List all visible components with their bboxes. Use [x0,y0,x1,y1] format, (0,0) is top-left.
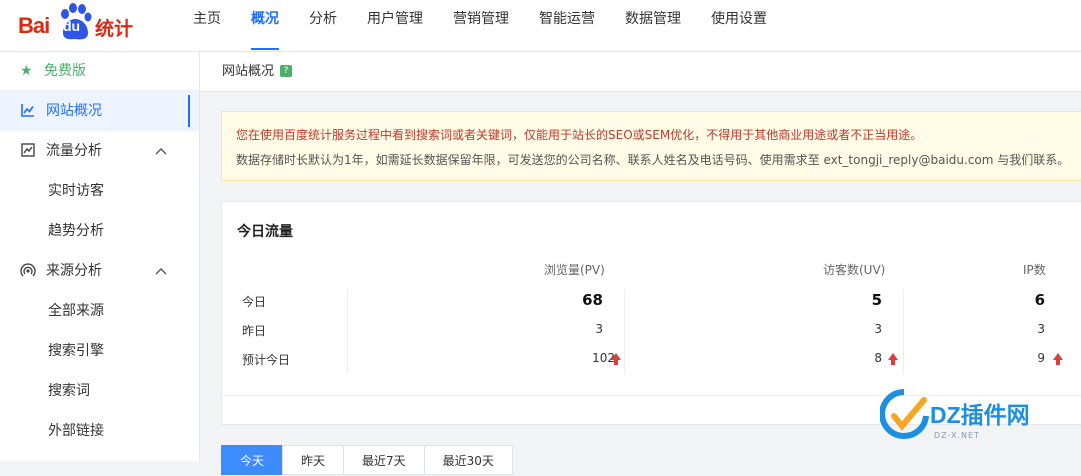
tab-yesterday[interactable]: 昨天 [282,445,345,475]
free-edition-badge[interactable]: ★ 免费版 [0,52,199,91]
row-label-forecast: 预计今日 [242,353,291,367]
notice-line-retention: 数据存储时长默认为1年，如需延长数据保留年限，可发送您的公司名称、联系人姓名及电… [236,153,1070,167]
star-icon: ★ [20,63,33,79]
logo-bai-text: Bai [18,13,50,38]
sidebar-item-label: 网站概况 [46,103,102,119]
forecast-ip-value: 9 [1037,351,1045,365]
top-nav: 主页 概况 分析 用户管理 营销管理 智能运营 数据管理 使用设置 [178,0,782,52]
sidebar: ★ 免费版 网站概况 流量分析 实时访客 趋势分析 来源分析 全部来源 搜索引擎 … [0,52,200,461]
tab-last-7-days[interactable]: 最近7天 [343,445,425,475]
sidebar-item-search-engines[interactable]: 搜索引擎 [0,331,199,371]
sidebar-item-site-overview[interactable]: 网站概况 [0,91,199,131]
free-edition-label: 免费版 [44,63,86,79]
line-chart-icon [21,104,34,117]
watermark-subtext: DZ-X.NET [934,431,980,440]
tab-last-30-days[interactable]: 最近30天 [423,445,513,475]
dz-watermark: DZ插件网 DZ-X.NET [880,386,1070,450]
nav-marketing[interactable]: 营销管理 [438,0,524,52]
column-divider [903,289,904,373]
yesterday-ip-value: 3 [1037,322,1045,336]
sidebar-item-all-sources[interactable]: 全部来源 [0,291,199,331]
trend-icon [21,143,35,157]
sidebar-item-external-links[interactable]: 外部链接 [0,411,199,451]
tab-today[interactable]: 今天 [221,445,284,475]
column-divider [347,289,348,373]
watermark-text: DZ插件网 [930,402,1030,428]
date-range-tabs: 今天 昨天 最近7天 最近30天 [221,445,513,475]
top-bar: Bai du 统计 主页 概况 分析 用户管理 营销管理 智能运营 数据管理 使… [0,0,1081,52]
sidebar-item-label: 来源分析 [46,263,102,279]
page-title: 网站概况 [222,64,275,79]
card-title: 今日流量 [237,224,293,240]
sidebar-item-label: 流量分析 [46,143,102,159]
notice-banner: 您在使用百度统计服务过程中看到搜索词或者关键词，仅能用于站长的SEO或SEM优化… [221,111,1081,181]
sidebar-item-search-terms[interactable]: 搜索词 [0,371,199,411]
today-ip-value: 6 [1034,291,1045,309]
chevron-up-icon[interactable] [155,251,167,291]
broadcast-icon [20,263,36,277]
nav-overview[interactable]: 概况 [236,0,294,52]
today-pv-value: 68 [582,291,603,309]
sidebar-item-traffic-analysis[interactable]: 流量分析 [0,131,199,171]
nav-analysis[interactable]: 分析 [294,0,352,52]
arrow-up-icon [611,353,621,365]
yesterday-uv-value: 3 [874,322,882,336]
help-icon[interactable]: ? [280,64,293,77]
column-divider [624,289,625,373]
forecast-uv-value: 8 [874,351,882,365]
baidu-tongji-logo[interactable]: Bai du 统计 [18,3,138,47]
nav-smart-ops[interactable]: 智能运营 [524,0,610,52]
logo-du-text: du [63,18,81,34]
notice-line-usage: 您在使用百度统计服务过程中看到搜索词或者关键词，仅能用于站长的SEO或SEM优化… [236,128,923,142]
arrow-up-icon [1053,353,1063,365]
sidebar-item-realtime-visitors[interactable]: 实时访客 [0,171,199,211]
chevron-up-icon[interactable] [155,131,167,171]
nav-settings[interactable]: 使用设置 [696,0,782,52]
yesterday-pv-value: 3 [595,322,603,336]
nav-home[interactable]: 主页 [178,0,236,52]
column-header-ip: IP数 [1023,263,1046,277]
logo-tongji-text: 统计 [95,18,134,40]
sidebar-item-trend-analysis[interactable]: 趋势分析 [0,211,199,251]
nav-user-management[interactable]: 用户管理 [352,0,438,52]
dz-logo-icon [880,389,929,439]
column-header-uv: 访客数(UV) [823,263,886,277]
today-uv-value: 5 [871,291,882,309]
row-label-today: 今日 [242,295,267,309]
row-label-yesterday: 昨日 [242,324,267,338]
nav-data-management[interactable]: 数据管理 [610,0,696,52]
breadcrumb: 网站概况? [222,52,293,92]
column-header-pv: 浏览量(PV) [544,263,605,277]
arrow-up-icon [888,353,898,365]
breadcrumb-bar: 网站概况? [200,52,1081,92]
sidebar-item-source-analysis[interactable]: 来源分析 [0,251,199,291]
